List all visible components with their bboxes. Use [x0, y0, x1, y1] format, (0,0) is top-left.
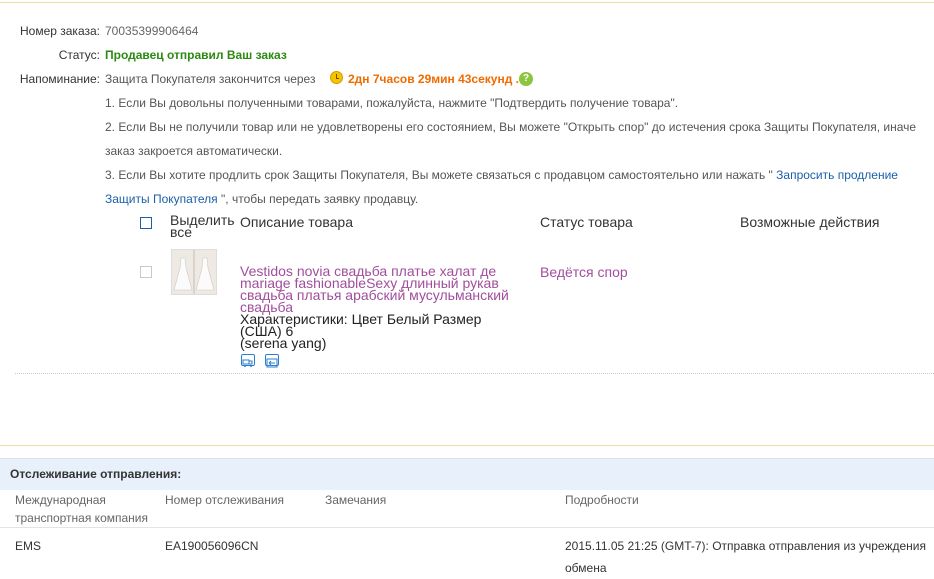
actions-header: Возможные действия	[740, 214, 880, 230]
product-thumbnail[interactable]	[171, 249, 217, 295]
carrier-name: EMS	[15, 539, 42, 553]
status-label: Статус:	[58, 48, 100, 62]
extend-protection-link-cont[interactable]: Защиты Покупателя	[105, 192, 218, 206]
details-column-header: Подробности	[565, 493, 639, 507]
product-title-link[interactable]: Vestidos novia свадьба платье халат де m…	[240, 264, 530, 314]
tracking-details: 2015.11.05 21:25 (GMT-7): Отправка отпра…	[565, 539, 926, 575]
tracking-header-divider	[0, 527, 934, 528]
tracking-number-column-header: Номер отслеживания	[165, 493, 285, 507]
note-open-dispute-line1: 2. Если Вы не получили товар или не удов…	[105, 120, 917, 134]
order-number-value: 70035399906464	[105, 24, 199, 38]
status-value: Продавец отправил Ваш заказ	[105, 48, 287, 62]
extend-protection-link[interactable]: Запросить продление	[776, 168, 898, 182]
note-extend-protection: 3. Если Вы хотите продлить срок Защиты П…	[105, 163, 898, 187]
select-all-label: Выделить все	[170, 212, 235, 240]
help-icon[interactable]: ?	[519, 72, 533, 86]
order-number-label: Номер заказа:	[19, 24, 100, 38]
reminder-label: Напоминание:	[19, 72, 100, 86]
shipping-icon[interactable]	[241, 354, 255, 367]
note-open-dispute-line2: заказ закроется автоматически.	[105, 144, 283, 158]
note-extend-suffix: ", чтобы передать заявку продавцу.	[221, 192, 419, 206]
carrier-column-header: Международная транспортная компания	[15, 493, 148, 525]
tracking-title: Отслеживание отправления:	[10, 467, 182, 481]
top-divider	[0, 2, 934, 3]
truck-glyph	[242, 359, 253, 367]
description-header: Описание товара	[240, 214, 353, 230]
note-extend-text: 3. Если Вы хотите продлить срок Защиты П…	[105, 168, 773, 182]
remarks-column-header: Замечания	[325, 493, 387, 507]
protection-timer: 2дн 7часов 29мин 43секунд .	[348, 72, 519, 86]
wedding-dress-image	[172, 250, 216, 294]
product-status: Ведётся спор	[540, 264, 628, 280]
clock-icon	[330, 71, 343, 84]
product-specs: Характеристики: Цвет Белый Размер (США) …	[240, 311, 482, 339]
product-checkbox[interactable]	[140, 266, 152, 278]
section-divider	[0, 445, 934, 446]
reminder-text: Защита Покупателя закончится через	[105, 72, 316, 86]
product-row-divider	[15, 373, 934, 374]
note-confirm-receipt: 1. Если Вы довольны полученными товарами…	[105, 96, 679, 110]
select-all-checkbox[interactable]	[140, 217, 152, 229]
tracking-number: EA190056096CN	[165, 539, 259, 553]
note-extend-protection-line2: Защиты Покупателя ", чтобы передать заяв…	[105, 187, 418, 211]
logistics-icon[interactable]	[265, 354, 279, 368]
package-glyph	[266, 358, 278, 368]
seller-name: (serena yang)	[240, 335, 327, 351]
item-status-header: Статус товара	[540, 214, 633, 230]
